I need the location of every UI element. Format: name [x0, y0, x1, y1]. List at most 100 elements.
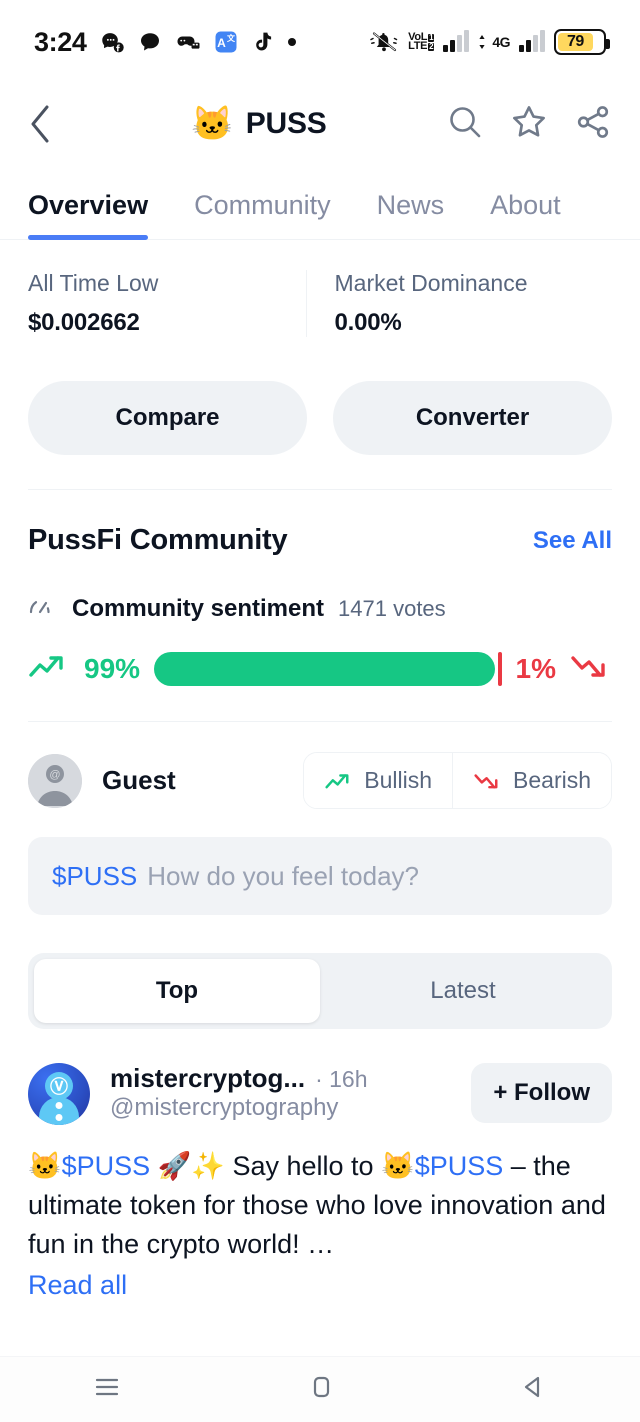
favorite-button[interactable] [510, 103, 548, 146]
post-composer-input[interactable]: $PUSS How do you feel today? [28, 837, 612, 915]
translate-icon: A 文 [214, 30, 238, 54]
see-all-link[interactable]: See All [533, 527, 612, 555]
follow-button[interactable]: + Follow [471, 1063, 612, 1123]
stats-row: All Time Low $0.002662 Market Dominance … [0, 240, 640, 359]
action-buttons-row: Compare Converter [0, 359, 640, 489]
bell-muted-icon [369, 29, 399, 55]
network-label: 4G [492, 34, 510, 50]
trend-up-icon [28, 650, 70, 687]
battery-fill: 79 [558, 33, 593, 51]
post-emoji-cat: 🐱 [28, 1151, 62, 1181]
back-button[interactable] [28, 102, 72, 146]
bullish-percent: 99% [84, 652, 141, 684]
guest-name: Guest [102, 765, 176, 795]
post-header: Ⓥ mistercryptog... · 16h @mistercryptogr… [28, 1063, 612, 1125]
avatar-logo-mark: Ⓥ [45, 1072, 73, 1100]
app-bar: 🐱 PUSS [0, 84, 640, 164]
volte-indicator: VoL 1 LTE 2 [408, 32, 435, 52]
battery-indicator: 79 [554, 29, 610, 55]
chat-bubble-icon [138, 30, 162, 54]
dot-icon [286, 36, 298, 48]
post-emoji-cat-2: 🐱 [381, 1151, 415, 1181]
community-header: PussFi Community See All [0, 490, 640, 557]
bearish-percent: 1% [515, 652, 556, 684]
trend-down-icon [474, 773, 498, 788]
stat-market-dominance: Market Dominance 0.00% [305, 270, 613, 337]
network-type-indicator: 4G [478, 33, 510, 51]
post-emoji-rocket: 🚀✨ [157, 1151, 225, 1181]
stat-value: $0.002662 [28, 309, 140, 336]
coin-logo-icon: 🐱 [191, 105, 234, 143]
recents-button[interactable] [89, 1372, 125, 1407]
vote-bullish-label: Bullish [364, 767, 433, 793]
sentiment-votes: 1471 votes [338, 595, 446, 621]
status-bar: 3:24 A 文 VoL 1 LTE 2 4G 79 [0, 0, 640, 84]
trend-up-icon [325, 773, 349, 788]
composer-placeholder: How do you feel today? [147, 860, 419, 891]
sentiment-bar-bearish [498, 651, 502, 686]
sim2-badge: 2 [428, 41, 435, 51]
svg-text:A: A [218, 36, 227, 50]
post-ticker-1[interactable]: $PUSS [62, 1151, 151, 1181]
home-button[interactable] [304, 1372, 338, 1407]
post-text-1: Say hello to [232, 1151, 374, 1181]
coinmarketcap-avatar-icon[interactable]: Ⓥ [28, 1063, 90, 1125]
guest-row: @ Guest Bullish Bearish [0, 722, 640, 809]
tab-overview[interactable]: Overview [28, 190, 149, 240]
back-triangle-icon [524, 1376, 539, 1398]
tab-community[interactable]: Community [194, 190, 331, 239]
tiktok-icon [251, 30, 273, 54]
trend-down-icon [570, 650, 612, 687]
vote-bearish-label: Bearish [513, 767, 591, 793]
compare-button[interactable]: Compare [28, 381, 307, 455]
sentiment-bar [154, 651, 502, 686]
section-tabs: Overview Community News About [0, 164, 640, 240]
post-identity: mistercryptog... · 16h @mistercryptograp… [110, 1063, 471, 1122]
search-icon [450, 106, 481, 137]
app-bar-actions [446, 103, 612, 146]
post-timestamp: · 16h [315, 1066, 368, 1092]
battery-percent-label: 79 [566, 33, 584, 50]
tab-news[interactable]: News [377, 190, 445, 239]
converter-button[interactable]: Converter [333, 381, 612, 455]
sentiment-title: Community sentiment [72, 594, 325, 622]
signal-bars-sim1 [443, 30, 470, 52]
coin-title: 🐱 PUSS [72, 107, 446, 141]
community-title: PussFi Community [28, 524, 288, 556]
post-display-name[interactable]: mistercryptog... [110, 1063, 305, 1094]
status-bar-right: VoL 1 LTE 2 4G 79 [369, 29, 610, 55]
vote-bearish-button[interactable]: Bearish [452, 753, 611, 808]
hamburger-icon [96, 1378, 119, 1396]
sentiment-bar-bullish [154, 651, 496, 686]
back-nav-button[interactable] [517, 1372, 551, 1407]
read-all-link[interactable]: Read all [28, 1266, 612, 1305]
signal-bars-sim2 [519, 30, 545, 52]
sentiment-block: Community sentiment 1471 votes 99% 1% [0, 557, 640, 687]
guest-avatar-icon: @ [28, 753, 82, 808]
post-handle[interactable]: @mistercryptography [110, 1094, 338, 1121]
messenger-icon [99, 29, 125, 55]
post-item: Ⓥ mistercryptog... · 16h @mistercryptogr… [0, 1029, 640, 1306]
post-ticker-2[interactable]: $PUSS [415, 1151, 504, 1181]
status-bar-left: 3:24 A 文 [34, 27, 298, 58]
avatar-dots [55, 1102, 63, 1121]
vote-bullish-button[interactable]: Bullish [304, 753, 453, 808]
star-icon [513, 105, 545, 137]
tab-about[interactable]: About [490, 190, 561, 239]
stat-label: Market Dominance [334, 270, 528, 296]
home-square-icon [313, 1376, 330, 1398]
page-title: PUSS [245, 107, 327, 140]
feed-tab-top[interactable]: Top [34, 959, 320, 1023]
feed-tab-latest[interactable]: Latest [320, 959, 606, 1023]
svg-text:@: @ [49, 769, 60, 781]
share-button[interactable] [574, 103, 612, 146]
stat-all-time-low: All Time Low $0.002662 [28, 270, 306, 337]
stat-value: 0.00% [334, 309, 402, 336]
gauge-icon [28, 593, 58, 624]
system-navigation-bar [0, 1356, 640, 1422]
sentiment-header: Community sentiment 1471 votes [28, 593, 612, 624]
sentiment-vote-group: Bullish Bearish [303, 752, 612, 809]
search-button[interactable] [446, 103, 484, 146]
chevron-left-icon [31, 105, 49, 143]
share-icon [577, 105, 609, 138]
